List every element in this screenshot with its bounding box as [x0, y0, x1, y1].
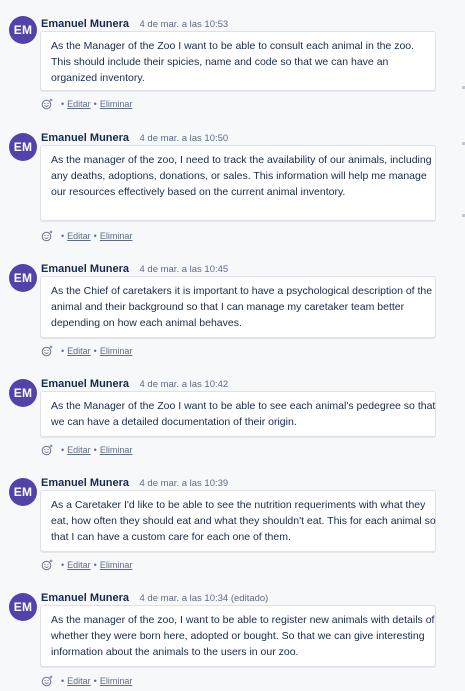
comment-actions: • Editar • Eliminar	[41, 97, 132, 111]
comment-timestamp[interactable]: 4 de mar. a las 10:42	[139, 379, 228, 390]
delete-link[interactable]: Eliminar	[100, 445, 133, 455]
comment-text: As the manager of the zoo, I want to be …	[51, 614, 435, 658]
comment-text: As the Manager of the Zoo I want to be a…	[51, 40, 415, 84]
edit-link[interactable]: Editar	[67, 346, 91, 356]
add-reaction-icon[interactable]	[41, 230, 53, 242]
separator: •	[93, 560, 97, 570]
comment-actions: • Editar • Eliminar	[41, 443, 132, 457]
comment-timestamp[interactable]: 4 de mar. a las 10:53	[139, 19, 228, 30]
comment-body: As a Caretaker I'd like to be able to se…	[40, 490, 436, 552]
comment-text: As a Caretaker I'd like to be able to se…	[51, 499, 436, 543]
separator: •	[93, 99, 97, 109]
comment-body: As the manager of the zoo, I want to be …	[40, 605, 436, 667]
avatar[interactable]: EM	[9, 379, 37, 407]
avatar[interactable]: EM	[9, 133, 37, 161]
edit-link[interactable]: Editar	[67, 231, 91, 241]
delete-link[interactable]: Eliminar	[100, 560, 133, 570]
comment-author[interactable]: Emanuel Munera	[41, 592, 129, 604]
separator: •	[93, 231, 97, 241]
add-reaction-icon[interactable]	[41, 98, 53, 110]
separator: •	[93, 346, 97, 356]
separator: •	[61, 346, 65, 356]
comment-author[interactable]: Emanuel Munera	[41, 263, 129, 275]
comment-author[interactable]: Emanuel Munera	[41, 18, 129, 30]
add-reaction-icon[interactable]	[41, 444, 53, 456]
separator: •	[61, 445, 65, 455]
separator: •	[61, 676, 65, 686]
comment-author[interactable]: Emanuel Munera	[41, 378, 129, 390]
avatar[interactable]: EM	[9, 16, 37, 44]
edit-link[interactable]: Editar	[67, 560, 91, 570]
comment-author[interactable]: Emanuel Munera	[41, 477, 129, 489]
edit-link[interactable]: Editar	[67, 445, 91, 455]
separator: •	[93, 445, 97, 455]
comment-timestamp[interactable]: 4 de mar. a las 10:34 (editado)	[139, 593, 268, 604]
comment-actions: • Editar • Eliminar	[41, 674, 132, 688]
edit-link[interactable]: Editar	[67, 676, 91, 686]
delete-link[interactable]: Eliminar	[100, 676, 133, 686]
comment-text: As the Chief of caretakers it is importa…	[51, 285, 433, 329]
delete-link[interactable]: Eliminar	[100, 99, 133, 109]
comment-body: As the manager of the zoo, I need to tra…	[40, 145, 436, 221]
avatar[interactable]: EM	[9, 264, 37, 292]
separator: •	[61, 99, 65, 109]
comment-timestamp[interactable]: 4 de mar. a las 10:39	[139, 478, 228, 489]
comment-body: As the Chief of caretakers it is importa…	[40, 276, 436, 338]
separator: •	[61, 231, 65, 241]
comment-timestamp[interactable]: 4 de mar. a las 10:50	[139, 133, 228, 144]
avatar[interactable]: EM	[9, 593, 37, 621]
comment-text: As the manager of the zoo, I need to tra…	[51, 154, 432, 198]
add-reaction-icon[interactable]	[41, 559, 53, 571]
comment-body: As the Manager of the Zoo I want to be a…	[40, 31, 436, 91]
delete-link[interactable]: Eliminar	[100, 231, 133, 241]
comment-text: As the Manager of the Zoo I want to be a…	[51, 400, 436, 428]
add-reaction-icon[interactable]	[41, 345, 53, 357]
avatar[interactable]: EM	[9, 478, 37, 506]
comment-body: As the Manager of the Zoo I want to be a…	[40, 391, 436, 437]
comment-actions: • Editar • Eliminar	[41, 344, 132, 358]
delete-link[interactable]: Eliminar	[100, 346, 133, 356]
add-reaction-icon[interactable]	[41, 675, 53, 687]
separator: •	[61, 560, 65, 570]
comment-actions: • Editar • Eliminar	[41, 558, 132, 572]
edit-link[interactable]: Editar	[67, 99, 91, 109]
comment-author[interactable]: Emanuel Munera	[41, 132, 129, 144]
separator: •	[93, 676, 97, 686]
comment-timestamp[interactable]: 4 de mar. a las 10:45	[139, 264, 228, 275]
comment-actions: • Editar • Eliminar	[41, 229, 132, 243]
